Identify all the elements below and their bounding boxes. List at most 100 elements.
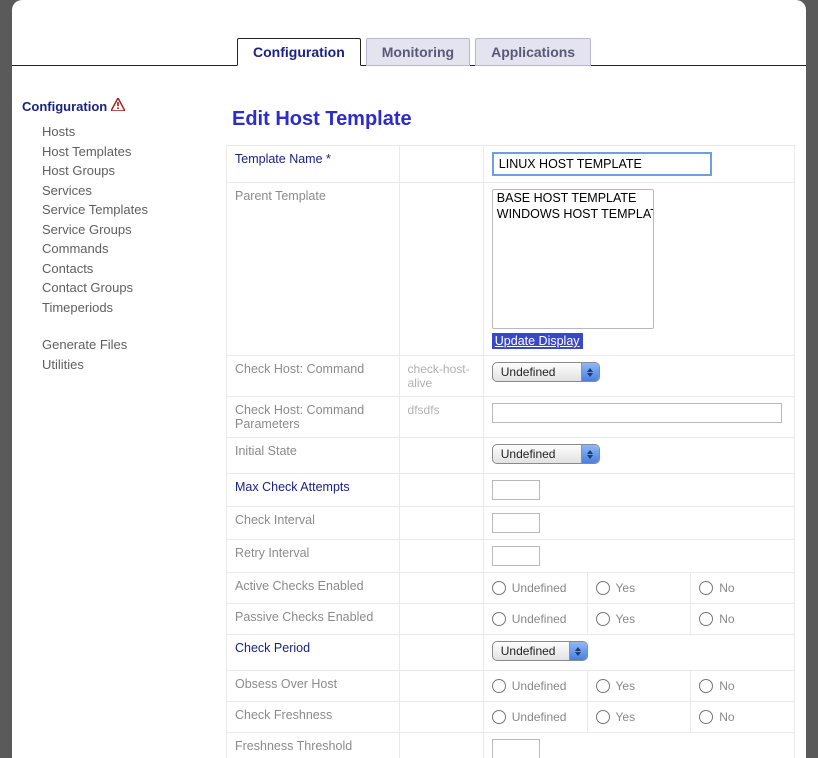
active-checks-undefined[interactable]: Undefined (484, 573, 588, 603)
radio-input[interactable] (699, 679, 713, 693)
radio-input[interactable] (699, 581, 713, 595)
parent-template-option-1[interactable]: WINDOWS HOST TEMPLATE (493, 206, 653, 222)
label-max-check-attempts: Max Check Attempts (227, 474, 400, 507)
radio-label: Yes (616, 679, 636, 693)
inherit-freshness-threshold (399, 733, 483, 758)
update-display-link[interactable]: Update Display (492, 333, 583, 349)
row-check-period: Check Period Undefined (227, 635, 795, 671)
inherit-check-host-command: check-host-alive (399, 356, 483, 397)
active-checks-no[interactable]: No (691, 573, 794, 603)
active-checks-yes[interactable]: Yes (588, 573, 692, 603)
radio-label: No (719, 710, 734, 724)
val-passive-checks: Undefined Yes No (483, 604, 794, 635)
initial-state-select[interactable]: Undefined (492, 444, 600, 464)
row-parent-template: Parent Template BASE HOST TEMPLATE WINDO… (227, 183, 795, 356)
sidebar-item-services[interactable]: Services (42, 181, 226, 201)
check-host-params-input[interactable] (492, 403, 782, 423)
check-period-select[interactable]: Undefined (492, 641, 588, 661)
tab-applications[interactable]: Applications (475, 38, 591, 66)
sidebar-item-contact-groups[interactable]: Contact Groups (42, 278, 226, 298)
label-check-host-command: Check Host: Command (227, 356, 400, 397)
val-initial-state: Undefined (483, 438, 794, 474)
passive-checks-undefined[interactable]: Undefined (484, 604, 588, 634)
row-check-freshness: Check Freshness Undefined Yes No (227, 702, 795, 733)
label-initial-state: Initial State (227, 438, 400, 474)
parent-template-listbox[interactable]: BASE HOST TEMPLATE WINDOWS HOST TEMPLATE (492, 189, 654, 329)
row-freshness-threshold: Freshness Threshold (227, 733, 795, 758)
obsess-no[interactable]: No (691, 671, 794, 701)
check-host-command-select-text: Undefined (501, 365, 556, 379)
label-check-freshness: Check Freshness (227, 702, 400, 733)
parent-template-option-0[interactable]: BASE HOST TEMPLATE (493, 190, 653, 206)
check-interval-input[interactable] (492, 513, 540, 533)
sidebar-item-hosts[interactable]: Hosts (42, 122, 226, 142)
sidebar-item-contacts[interactable]: Contacts (42, 259, 226, 279)
radio-label: Undefined (512, 612, 567, 626)
retry-interval-input[interactable] (492, 546, 540, 566)
inherit-initial-state (399, 438, 483, 474)
radio-input[interactable] (596, 612, 610, 626)
val-obsess: Undefined Yes No (483, 671, 794, 702)
tab-configuration[interactable]: Configuration (237, 38, 361, 66)
check-host-command-select[interactable]: Undefined (492, 362, 600, 382)
inherit-retry-interval (399, 540, 483, 573)
label-check-interval: Check Interval (227, 507, 400, 540)
val-check-freshness: Undefined Yes No (483, 702, 794, 733)
sidebar-item-timeperiods[interactable]: Timeperiods (42, 298, 226, 318)
val-check-host-params (483, 397, 794, 438)
radio-input[interactable] (699, 612, 713, 626)
radio-input[interactable] (699, 710, 713, 724)
sidebar-item-generate-files[interactable]: Generate Files (42, 335, 226, 355)
radio-input[interactable] (492, 679, 506, 693)
val-parent-template: BASE HOST TEMPLATE WINDOWS HOST TEMPLATE… (483, 183, 794, 356)
row-check-host-command: Check Host: Command check-host-alive Und… (227, 356, 795, 397)
passive-checks-yes[interactable]: Yes (588, 604, 692, 634)
radio-label: Yes (616, 710, 636, 724)
passive-checks-no[interactable]: No (691, 604, 794, 634)
radio-label: Undefined (512, 581, 567, 595)
label-check-host-params: Check Host: Command Parameters (227, 397, 400, 438)
radio-input[interactable] (492, 612, 506, 626)
inherit-obsess (399, 671, 483, 702)
sidebar-item-commands[interactable]: Commands (42, 239, 226, 259)
val-max-check-attempts (483, 474, 794, 507)
row-template-name: Template Name * (227, 146, 795, 183)
inherit-max-check-attempts (399, 474, 483, 507)
radio-input[interactable] (596, 710, 610, 724)
sidebar-item-host-groups[interactable]: Host Groups (42, 161, 226, 181)
inherit-check-host-params: dfsdfs (399, 397, 483, 438)
freshness-threshold-input[interactable] (492, 739, 540, 758)
val-check-period: Undefined (483, 635, 794, 671)
max-check-attempts-input[interactable] (492, 480, 540, 500)
sidebar-item-service-templates[interactable]: Service Templates (42, 200, 226, 220)
sidebar-item-utilities[interactable]: Utilities (42, 355, 226, 375)
row-check-host-params: Check Host: Command Parameters dfsdfs (227, 397, 795, 438)
check-freshness-yes[interactable]: Yes (588, 702, 692, 732)
sidebar-item-host-templates[interactable]: Host Templates (42, 142, 226, 162)
sidebar-title: Configuration (22, 98, 226, 114)
radio-input[interactable] (596, 679, 610, 693)
obsess-undefined[interactable]: Undefined (484, 671, 588, 701)
check-freshness-no[interactable]: No (691, 702, 794, 732)
page-title: Edit Host Template (232, 108, 806, 131)
radio-label: No (719, 581, 734, 595)
label-freshness-threshold: Freshness Threshold (227, 733, 400, 758)
radio-input[interactable] (492, 710, 506, 724)
row-obsess: Obsess Over Host Undefined Yes No (227, 671, 795, 702)
select-arrows-icon (581, 363, 599, 381)
inherit-check-interval (399, 507, 483, 540)
obsess-yes[interactable]: Yes (588, 671, 692, 701)
sidebar: Configuration Hosts Host Templates Host … (12, 66, 226, 758)
check-period-select-text: Undefined (501, 644, 556, 658)
sidebar-item-service-groups[interactable]: Service Groups (42, 220, 226, 240)
row-check-interval: Check Interval (227, 507, 795, 540)
radio-label: Yes (616, 612, 636, 626)
label-parent-template: Parent Template (227, 183, 400, 356)
check-freshness-undefined[interactable]: Undefined (484, 702, 588, 732)
tab-monitoring[interactable]: Monitoring (366, 38, 470, 66)
row-passive-checks: Passive Checks Enabled Undefined Yes No (227, 604, 795, 635)
radio-input[interactable] (596, 581, 610, 595)
radio-input[interactable] (492, 581, 506, 595)
template-name-input[interactable] (492, 152, 712, 176)
val-freshness-threshold (483, 733, 794, 758)
